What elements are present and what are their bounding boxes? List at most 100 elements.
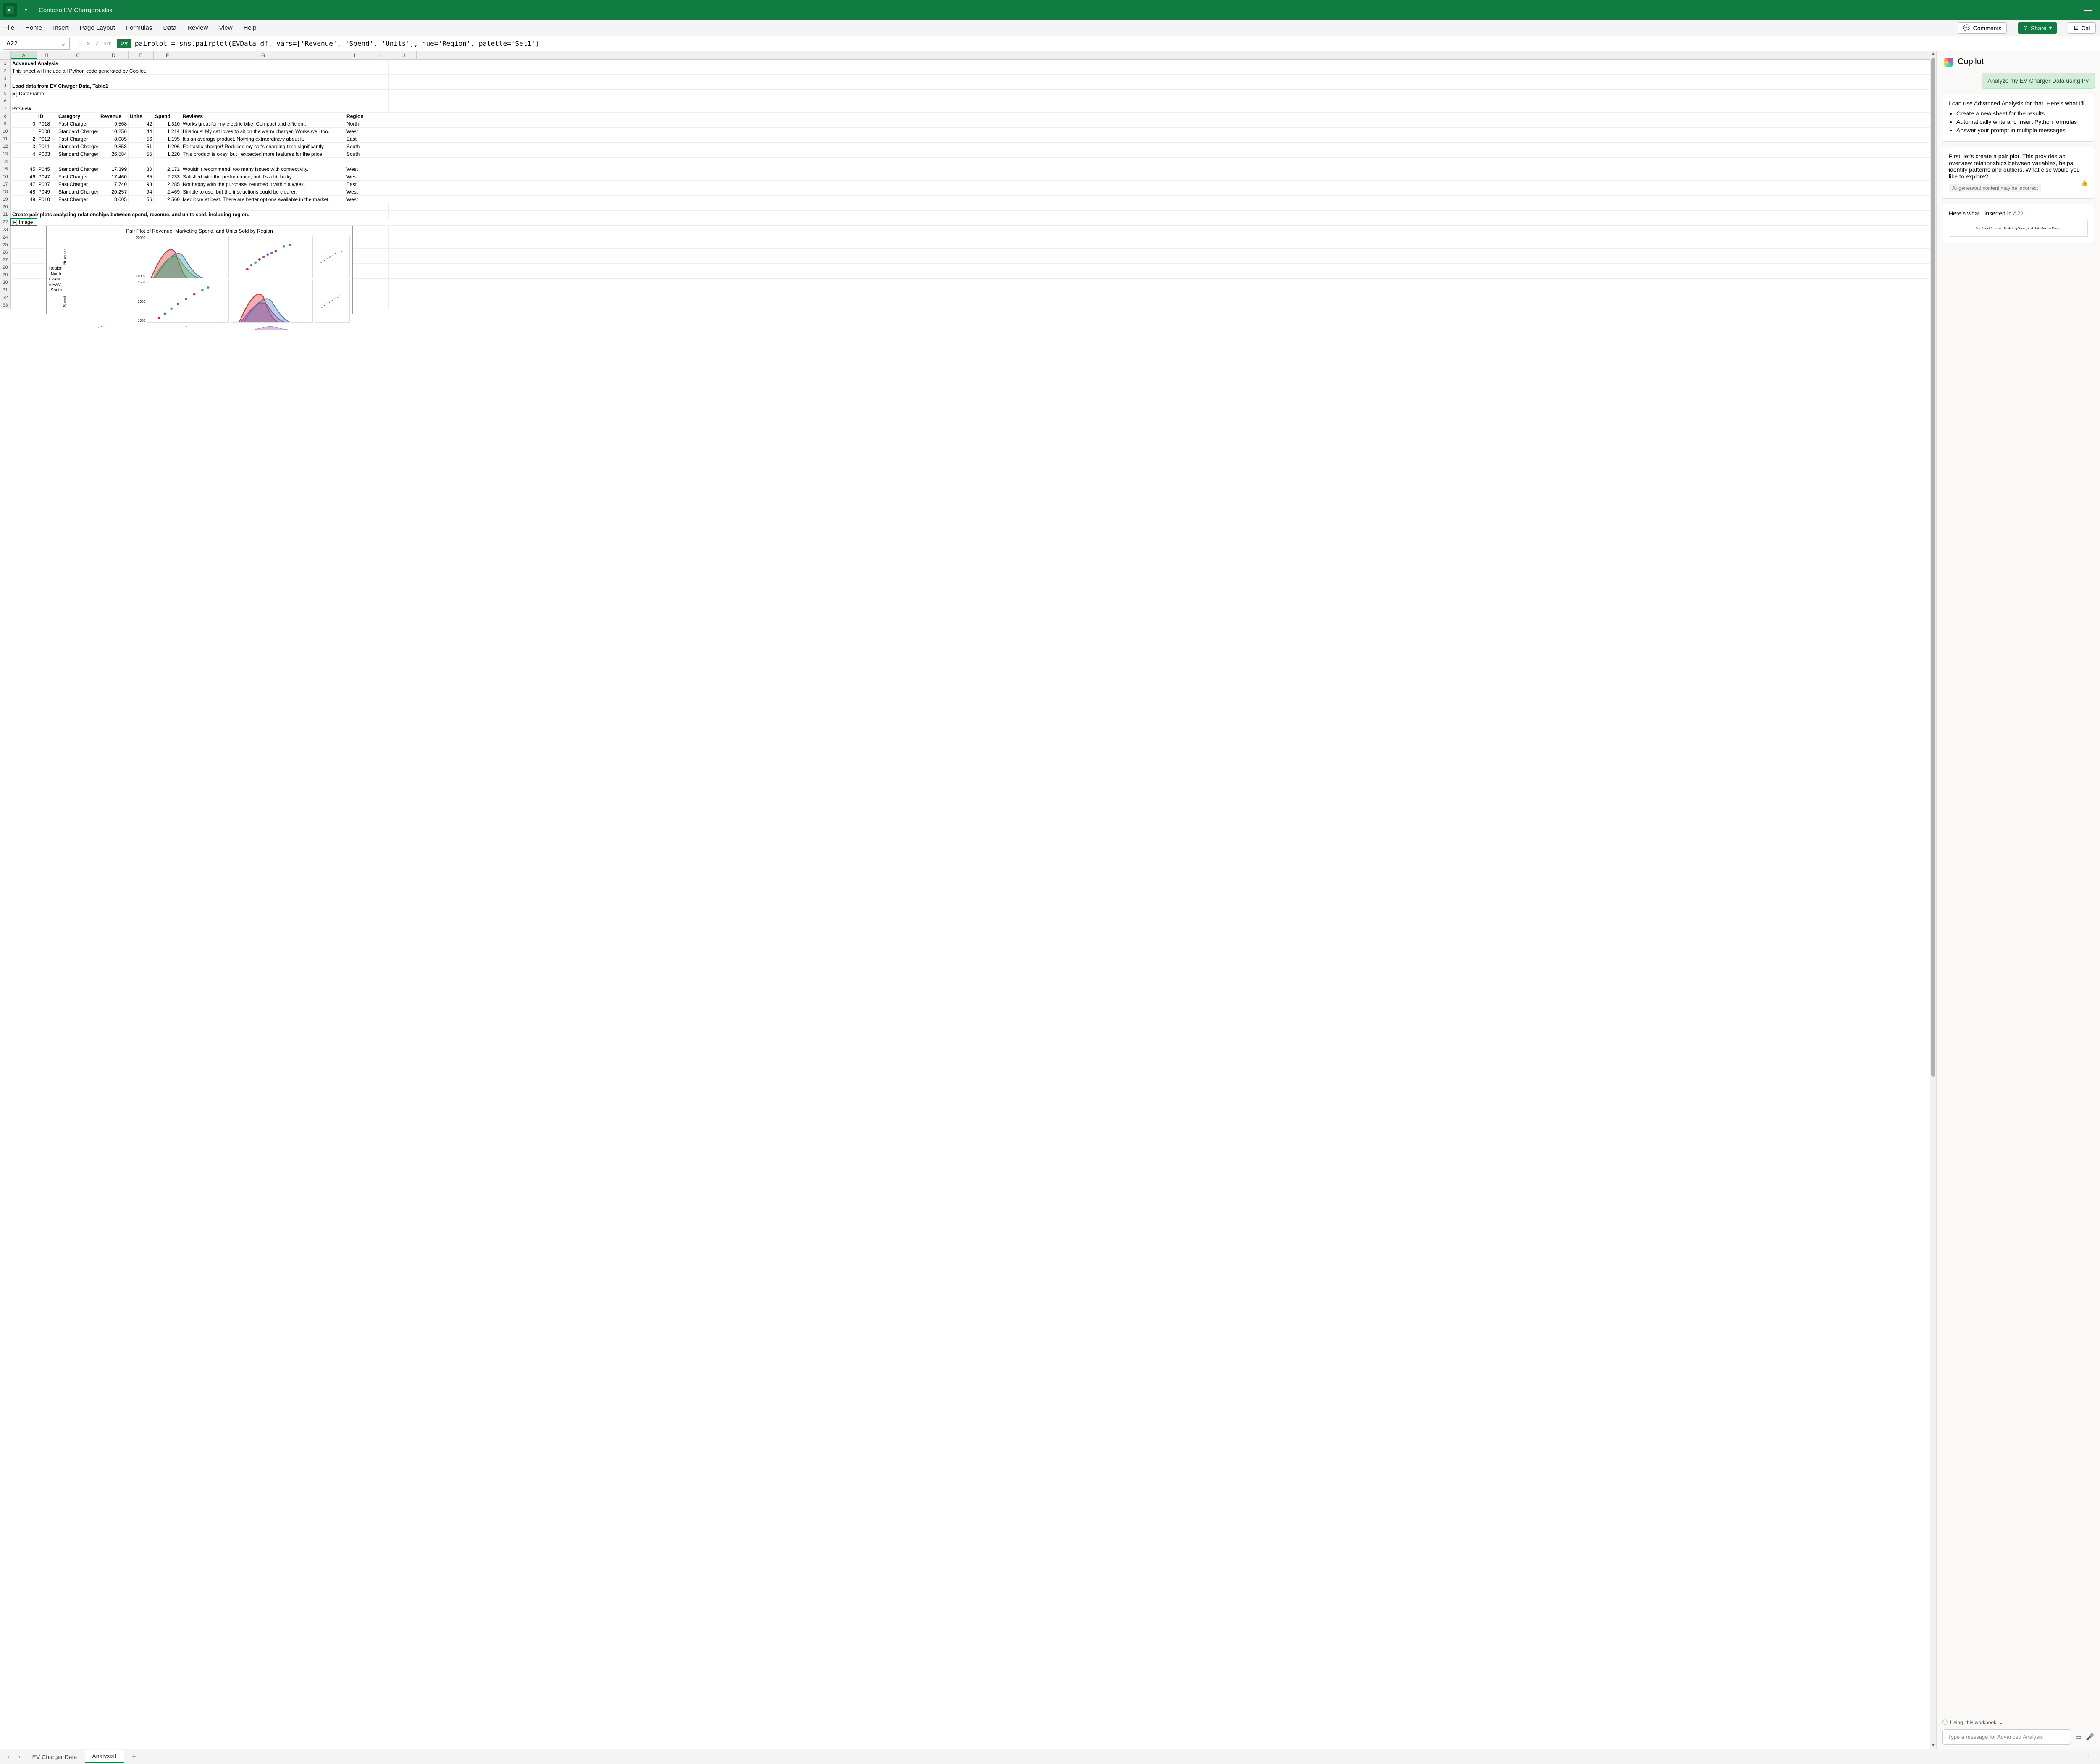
row-header[interactable]: 2 [0,67,11,74]
cell[interactable] [11,75,389,82]
select-all-corner[interactable] [0,51,11,59]
cell[interactable]: West [345,188,367,195]
cell[interactable]: 44 [129,128,154,135]
cell[interactable]: ... [154,158,181,165]
cell[interactable]: 93 [129,181,154,188]
cell[interactable]: 0 [11,120,37,127]
scrollbar-thumb[interactable] [1931,58,1935,1077]
cell[interactable]: 46 [11,173,37,180]
cell[interactable]: 9,568 [99,120,129,127]
cell[interactable]: 42 [129,120,154,127]
cell[interactable]: Region [345,113,367,120]
row-header[interactable]: 28 [0,264,11,271]
add-sheet-button[interactable]: + [126,1752,142,1761]
col-header-I[interactable]: I [367,51,391,59]
cell[interactable]: P049 [37,188,57,195]
row-header[interactable]: 12 [0,143,11,150]
cell[interactable]: Revenue [99,113,129,120]
cell[interactable]: Fast Charger [57,173,99,180]
row-header[interactable]: 6 [0,97,11,105]
col-header-G[interactable]: G [181,51,345,59]
cell[interactable]: 56 [129,196,154,203]
cell[interactable]: 2 [11,135,37,142]
cell[interactable]: 1,195 [154,135,181,142]
cell[interactable]: 1,220 [154,150,181,157]
book-icon[interactable]: ▭ [2075,1733,2082,1741]
col-header-E[interactable]: E [129,51,154,59]
cell[interactable] [11,113,37,120]
cell[interactable]: 2,469 [154,188,181,195]
more-icon[interactable]: ⋮ [76,40,82,47]
cell[interactable]: Mediocre at best. There are better optio… [181,196,345,203]
cell[interactable]: Standard Charger [57,188,99,195]
ribbon-tab-data[interactable]: Data [163,24,176,31]
cell[interactable]: ... [37,158,57,165]
row-header[interactable]: 33 [0,301,11,309]
cell[interactable]: Not happy with the purchase, returned it… [181,181,345,188]
comments-button[interactable]: 💬Comments [1958,22,2007,34]
cell[interactable]: West [345,165,367,173]
ribbon-tab-view[interactable]: View [219,24,232,31]
row-header[interactable]: 21 [0,211,11,218]
catalog-button[interactable]: ⊞Cat [2068,22,2096,34]
row-header[interactable]: 5 [0,90,11,97]
cell[interactable]: Standard Charger [57,143,99,150]
row-header[interactable]: 30 [0,279,11,286]
sheet-tab-ev-charger-data[interactable]: EV Charger Data [26,1751,84,1763]
col-header-H[interactable]: H [345,51,367,59]
cell[interactable]: South [345,143,367,150]
cell[interactable]: 51 [129,143,154,150]
cell[interactable]: 2,560 [154,196,181,203]
row-header[interactable]: 29 [0,271,11,278]
cell[interactable]: P047 [37,173,57,180]
cell[interactable]: Satisfied with the performance, but it's… [181,173,345,180]
cell[interactable]: 48 [11,188,37,195]
scroll-down-icon[interactable]: ▼ [1930,1743,1936,1749]
cell[interactable]: ... [57,158,99,165]
row-header[interactable]: 15 [0,165,11,173]
cell[interactable]: Fast Charger [57,120,99,127]
ribbon-tab-page-layout[interactable]: Page Layout [80,24,115,31]
col-header-J[interactable]: J [391,51,417,59]
cell[interactable]: P011 [37,143,57,150]
cell[interactable]: Reviews [181,113,345,120]
cell[interactable]: 3 [11,143,37,150]
cell[interactable]: 2,171 [154,165,181,173]
thumbs-up-icon[interactable]: 👍 [2081,180,2088,187]
cell[interactable]: 20,257 [99,188,129,195]
quick-access-caret[interactable]: ▾ [20,7,32,13]
cell[interactable]: West [345,128,367,135]
cell[interactable]: P010 [37,196,57,203]
cell[interactable]: P003 [37,150,57,157]
cell[interactable]: 1,214 [154,128,181,135]
accept-icon[interactable]: ✓ [95,40,100,47]
cell[interactable]: ID [37,113,57,120]
row-header[interactable]: 27 [0,256,11,263]
row-header[interactable]: 11 [0,135,11,142]
python-output-icon[interactable]: ⟲▾ [104,40,111,47]
cell[interactable]: Simple to use, but the instructions coul… [181,188,345,195]
cell[interactable]: 8,005 [99,196,129,203]
cell[interactable]: Standard Charger [57,165,99,173]
cell[interactable]: 17,399 [99,165,129,173]
col-header-B[interactable]: B [37,51,57,59]
cell[interactable]: East [345,181,367,188]
row-header[interactable]: 7 [0,105,11,112]
cell[interactable]: ... [11,158,37,165]
cell[interactable]: 1,206 [154,143,181,150]
cell[interactable]: 94 [129,188,154,195]
selected-cell[interactable]: [▸] Image [11,218,37,225]
tab-menu-icon[interactable]: ⋮ [2082,1754,2096,1760]
cell[interactable]: Fast Charger [57,196,99,203]
cell[interactable]: It's an average product. Nothing extraor… [181,135,345,142]
col-header-A[interactable]: A [11,51,37,59]
cell-ref-link[interactable]: A22 [2013,210,2024,217]
cell[interactable]: West [345,173,367,180]
cell[interactable]: 8,085 [99,135,129,142]
cell[interactable]: Standard Charger [57,128,99,135]
microphone-icon[interactable]: 🎤 [2086,1733,2094,1741]
cell[interactable]: 26,584 [99,150,129,157]
cell[interactable]: Load data from EV Charger Data, Table1 [11,82,389,89]
ribbon-tab-home[interactable]: Home [25,24,42,31]
row-header[interactable]: 4 [0,82,11,89]
